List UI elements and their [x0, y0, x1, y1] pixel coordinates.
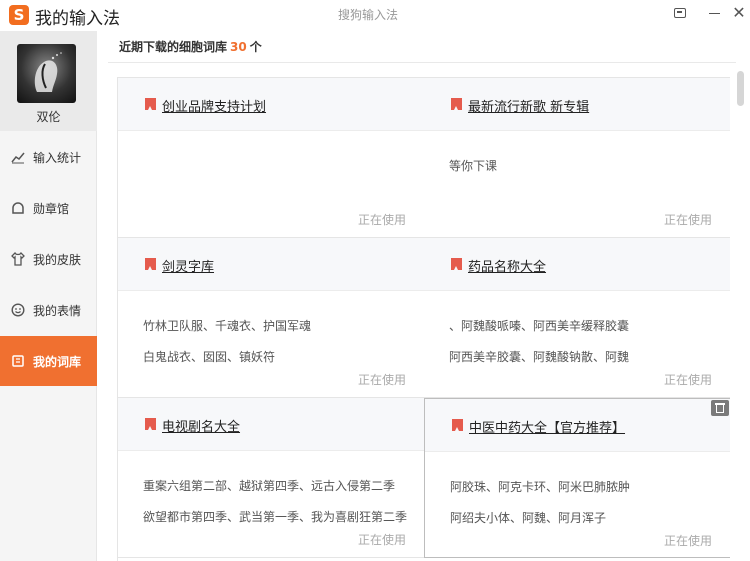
- card-header: 电视剧名大全: [118, 398, 424, 451]
- minimize-icon: [708, 12, 720, 14]
- window-subtitle: 搜狗输入法: [338, 8, 399, 22]
- message-icon: [674, 8, 686, 18]
- sidebar-item-medals[interactable]: 勋章馆: [0, 183, 97, 233]
- header-unit: 个: [249, 40, 262, 54]
- bookmark-icon: [145, 418, 156, 430]
- card-sample-line: 、阿魏酸哌嗪、阿西美辛缓释胶囊: [449, 319, 630, 333]
- header-text: 近期下载的细胞词库: [119, 40, 228, 54]
- shirt-icon: [11, 252, 25, 266]
- card-title-link[interactable]: 剑灵字库: [162, 256, 214, 275]
- card-sample-line: 阿胶珠、阿克卡环、阿米巴肺脓肿: [450, 480, 631, 494]
- dictionary-grid: 创业品牌支持计划 正在使用 最新流行新歌 新专辑 等你下课 正在使用 剑灵字库 …: [117, 77, 730, 561]
- avatar-image: [34, 52, 62, 92]
- bookmark-icon: [451, 258, 462, 270]
- dictionary-card[interactable]: 电视剧名大全 重案六组第二部、越狱第四季、远古入侵第二季 欲望都市第四季、武当第…: [118, 398, 425, 558]
- card-sample-line: 阿绍夫小体、阿魏、阿月浑子: [450, 511, 607, 525]
- card-sample-line: 白鬼战衣、囡囡、镇妖符: [143, 350, 276, 364]
- bookmark-icon: [452, 419, 463, 431]
- medal-icon: [12, 202, 24, 214]
- status-text: 正在使用: [357, 373, 406, 387]
- bookmark-icon: [145, 258, 156, 270]
- card-header: 药品名称大全: [424, 238, 730, 291]
- sidebar-item-skins[interactable]: 我的皮肤: [0, 234, 97, 284]
- dictionary-count: 30: [230, 40, 247, 54]
- sidebar-item-label: 勋章馆: [33, 202, 70, 216]
- card-header: 最新流行新歌 新专辑: [424, 78, 730, 131]
- book-icon: [12, 355, 24, 367]
- delete-button[interactable]: [711, 400, 729, 416]
- bookmark-icon: [451, 98, 462, 110]
- card-title-link[interactable]: 创业品牌支持计划: [162, 96, 266, 115]
- card-sample-line: 等你下课: [449, 159, 498, 173]
- profile-area: 双伦: [0, 31, 97, 131]
- dictionary-card[interactable]: 剑灵字库 竹林卫队服、千魂衣、护国军魂 白鬼战衣、囡囡、镇妖符 正在使用: [118, 238, 425, 398]
- sidebar-item-label: 输入统计: [33, 151, 82, 165]
- sidebar-item-dictionary[interactable]: 我的词库: [0, 336, 97, 386]
- smiley-icon: [11, 303, 25, 317]
- status-text: 正在使用: [663, 373, 712, 387]
- close-icon: ✕: [732, 3, 746, 22]
- sidebar-item-label: 我的词库: [33, 355, 82, 369]
- status-text: 正在使用: [663, 213, 712, 227]
- close-button[interactable]: ✕: [729, 3, 749, 23]
- card-sample-line: 阿西美辛胶囊、阿魏酸钠散、阿魏: [449, 350, 630, 364]
- sidebar-item-input-stats[interactable]: 输入统计: [0, 132, 97, 182]
- trash-can-body: [716, 405, 724, 413]
- card-sample-line: 竹林卫队服、千魂衣、护国军魂: [143, 319, 312, 333]
- card-title-link[interactable]: 最新流行新歌 新专辑: [468, 96, 589, 115]
- card-title-link[interactable]: 药品名称大全: [468, 256, 546, 275]
- chart-icon: [11, 152, 25, 164]
- sogou-logo-icon: S: [9, 5, 29, 25]
- card-header: 中医中药大全【官方推荐】: [425, 399, 730, 452]
- card-title-link[interactable]: 电视剧名大全: [162, 416, 240, 435]
- card-sample-line: 重案六组第二部、越狱第四季、远古入侵第二季: [143, 479, 396, 493]
- card-header: 剑灵字库: [118, 238, 424, 291]
- sidebar-item-label: 我的皮肤: [33, 253, 82, 267]
- bookmark-icon: [145, 98, 156, 110]
- feedback-button[interactable]: [670, 3, 690, 23]
- card-header: 创业品牌支持计划: [118, 78, 424, 131]
- card-title-link[interactable]: 中医中药大全【官方推荐】: [469, 417, 625, 436]
- dictionary-card[interactable]: 药品名称大全 、阿魏酸哌嗪、阿西美辛缓释胶囊 阿西美辛胶囊、阿魏酸钠散、阿魏 正…: [424, 238, 730, 398]
- title-bar: S 我的输入法 搜狗输入法 ✕: [0, 0, 750, 30]
- app-title: 我的输入法: [35, 9, 120, 29]
- dictionary-card[interactable]: 最新流行新歌 新专辑 等你下课 正在使用: [424, 78, 730, 238]
- page-title: 近期下载的细胞词库 30 个: [119, 38, 262, 55]
- card-sample-line: 欲望都市第四季、武当第一季、我为喜剧狂第二季: [143, 510, 408, 524]
- sidebar-item-label: 我的表情: [33, 304, 82, 318]
- status-text: 正在使用: [663, 534, 712, 548]
- sidebar: 双伦 输入统计 勋章馆 我的皮肤 我的表情 我的词库: [0, 31, 97, 561]
- username: 双伦: [36, 110, 61, 124]
- dictionary-card[interactable]: 创业品牌支持计划 正在使用: [118, 78, 425, 238]
- sidebar-item-emoji[interactable]: 我的表情: [0, 285, 97, 335]
- minimize-button[interactable]: [704, 3, 724, 23]
- dictionary-card-hovered[interactable]: 中医中药大全【官方推荐】 阿胶珠、阿克卡环、阿米巴肺脓肿 阿绍夫小体、阿魏、阿月…: [424, 398, 730, 558]
- status-text: 正在使用: [357, 213, 406, 227]
- status-text: 正在使用: [357, 533, 406, 547]
- divider: [108, 62, 736, 63]
- scrollbar-thumb[interactable]: [737, 71, 744, 106]
- avatar[interactable]: [17, 44, 76, 103]
